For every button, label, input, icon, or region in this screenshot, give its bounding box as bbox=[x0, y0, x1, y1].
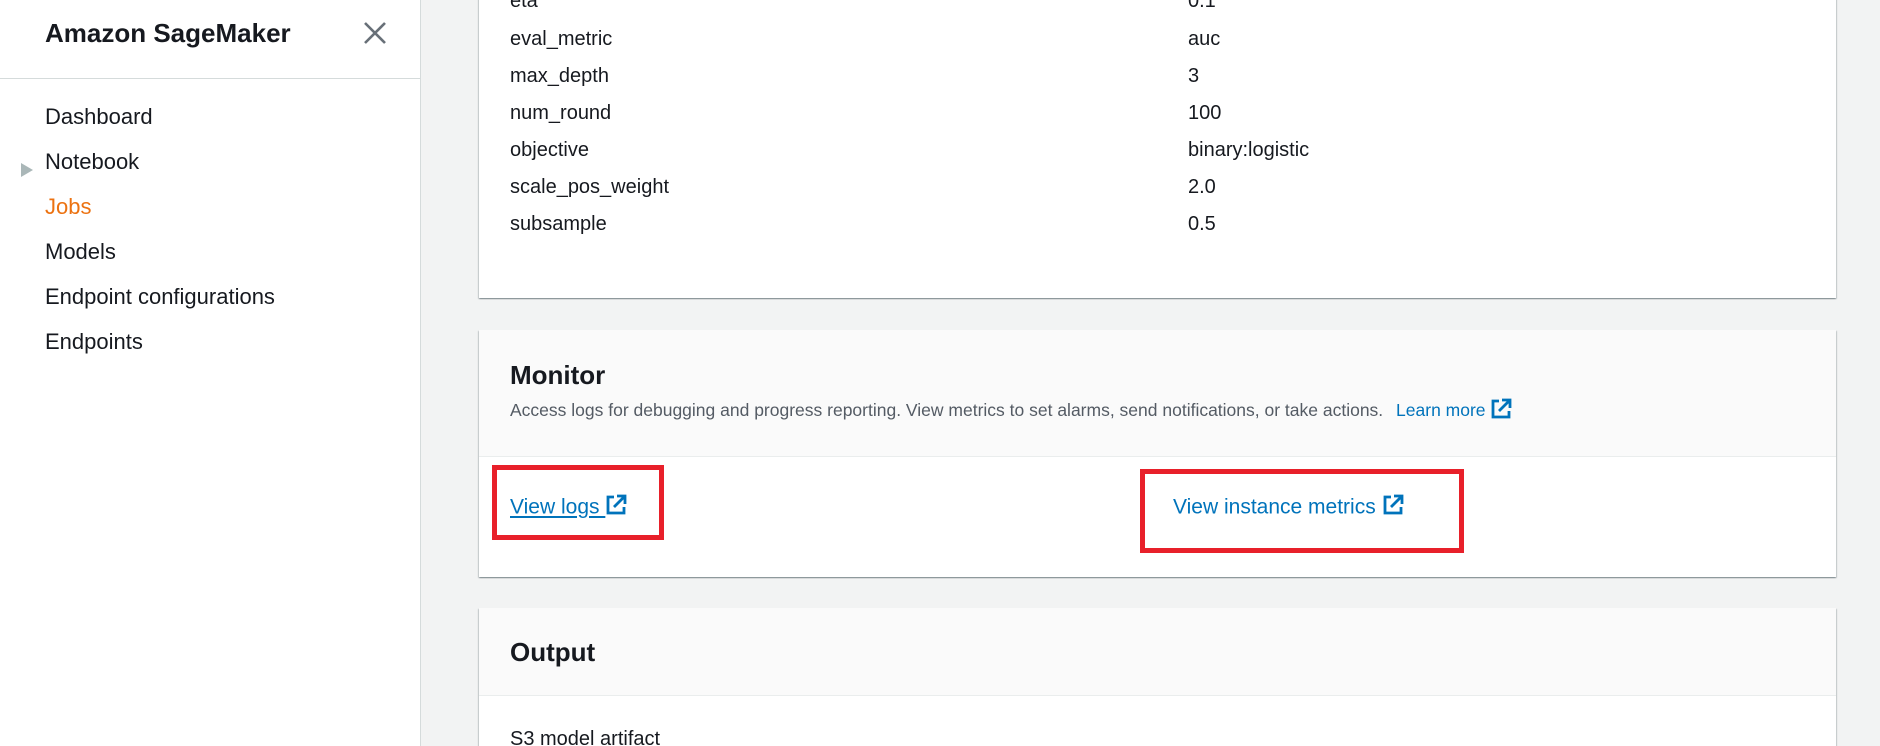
sidebar-item-label: Jobs bbox=[45, 194, 92, 219]
hyperparameter-row: max_depth 3 bbox=[510, 61, 1810, 91]
hyperparameter-key: eta bbox=[510, 0, 538, 12]
hyperparameter-value: auc bbox=[1188, 28, 1221, 50]
close-icon[interactable] bbox=[360, 18, 390, 48]
hyperparameter-row: subsample 0.5 bbox=[510, 209, 1810, 239]
s3-model-artifact-label: S3 model artifact bbox=[510, 728, 661, 746]
view-logs-link[interactable]: View logs bbox=[510, 494, 627, 522]
sidebar-nav: Dashboard Notebook Jobs Models Endpoint … bbox=[0, 100, 420, 370]
sidebar-item-label: Endpoint configurations bbox=[45, 284, 275, 309]
sidebar-item-label: Endpoints bbox=[45, 329, 143, 354]
hyperparameter-value: 2.0 bbox=[1188, 176, 1216, 198]
sidebar-item-jobs[interactable]: Jobs bbox=[0, 190, 420, 235]
service-title: Amazon SageMaker bbox=[45, 18, 291, 48]
sidebar-item-label: Notebook bbox=[45, 149, 140, 174]
view-instance-metrics-label: View instance metrics bbox=[1173, 495, 1376, 519]
hyperparameter-value: 0.1 bbox=[1188, 0, 1216, 12]
learn-more-label: Learn more bbox=[1396, 400, 1486, 421]
output-title: Output bbox=[510, 637, 596, 667]
monitor-panel: Monitor Access logs for debugging and pr… bbox=[479, 330, 1836, 577]
hyperparameter-key: objective bbox=[510, 139, 589, 161]
monitor-header: Monitor Access logs for debugging and pr… bbox=[479, 330, 1836, 457]
output-panel: Output S3 model artifact bbox=[479, 608, 1836, 746]
hyperparameters-panel: eta 0.1 eval_metric auc max_depth 3 num_… bbox=[479, 0, 1836, 298]
external-link-icon bbox=[605, 494, 627, 522]
sidebar-item-label: Models bbox=[45, 239, 116, 264]
hyperparameter-row: scale_pos_weight 2.0 bbox=[510, 172, 1810, 202]
hyperparameter-key: subsample bbox=[510, 213, 607, 235]
hyperparameter-value: 3 bbox=[1188, 65, 1200, 87]
sidebar-item-label: Dashboard bbox=[45, 104, 153, 129]
sidebar: Amazon SageMaker Dashboard Notebook Jobs… bbox=[0, 0, 421, 746]
output-header: Output bbox=[479, 608, 1836, 696]
hyperparameter-key: max_depth bbox=[510, 65, 609, 87]
monitor-description: Access logs for debugging and progress r… bbox=[510, 398, 1512, 425]
external-link-icon bbox=[1382, 494, 1404, 522]
caret-right-icon[interactable] bbox=[20, 154, 34, 177]
hyperparameter-key: num_round bbox=[510, 102, 612, 124]
sidebar-item-models[interactable]: Models bbox=[0, 235, 420, 280]
monitor-description-text: Access logs for debugging and progress r… bbox=[510, 400, 1384, 421]
external-link-icon bbox=[1490, 398, 1512, 425]
sidebar-header: Amazon SageMaker bbox=[0, 0, 420, 79]
hyperparameter-row: eval_metric auc bbox=[510, 24, 1810, 54]
view-logs-label: View logs bbox=[510, 495, 600, 519]
hyperparameter-row: objective binary:logistic bbox=[510, 135, 1810, 165]
sidebar-item-endpoint-configurations[interactable]: Endpoint configurations bbox=[0, 280, 420, 325]
view-instance-metrics-link[interactable]: View instance metrics bbox=[1173, 494, 1404, 522]
sidebar-item-notebook[interactable]: Notebook bbox=[0, 145, 420, 190]
hyperparameter-row: num_round 100 bbox=[510, 98, 1810, 128]
hyperparameter-key: eval_metric bbox=[510, 28, 613, 50]
hyperparameter-key: scale_pos_weight bbox=[510, 176, 669, 198]
hyperparameter-value: 100 bbox=[1188, 102, 1222, 124]
sidebar-item-endpoints[interactable]: Endpoints bbox=[0, 325, 420, 370]
sidebar-item-dashboard[interactable]: Dashboard bbox=[0, 100, 420, 145]
learn-more-link[interactable]: Learn more bbox=[1396, 398, 1512, 421]
monitor-title: Monitor bbox=[510, 360, 606, 390]
hyperparameter-value: 0.5 bbox=[1188, 213, 1216, 235]
hyperparameter-value: binary:logistic bbox=[1188, 139, 1310, 161]
hyperparameter-row: eta 0.1 bbox=[510, 0, 1810, 16]
